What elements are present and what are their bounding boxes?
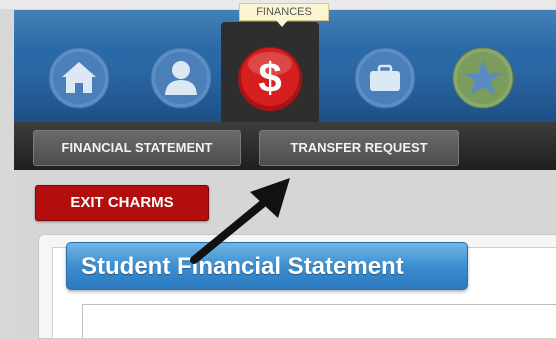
- transfer-request-button[interactable]: TRANSFER REQUEST: [259, 130, 459, 166]
- nav-finances-tab[interactable]: $: [221, 22, 319, 122]
- dollar-icon: $: [238, 47, 302, 111]
- nav-favorites[interactable]: [452, 47, 514, 109]
- nav-home[interactable]: [48, 47, 110, 109]
- nav-jobs[interactable]: [354, 47, 416, 109]
- tooltip-arrow: [276, 20, 288, 27]
- nav-profile[interactable]: [150, 47, 212, 109]
- user-icon: [150, 47, 212, 109]
- finances-tooltip: FINANCES: [239, 3, 329, 21]
- home-icon: [48, 47, 110, 109]
- financial-statement-button[interactable]: FINANCIAL STATEMENT: [33, 130, 241, 166]
- briefcase-icon: [354, 47, 416, 109]
- annotation-arrow-icon: [190, 178, 290, 264]
- statement-content-box: [82, 304, 556, 338]
- star-icon: [452, 47, 514, 109]
- svg-text:$: $: [258, 54, 281, 101]
